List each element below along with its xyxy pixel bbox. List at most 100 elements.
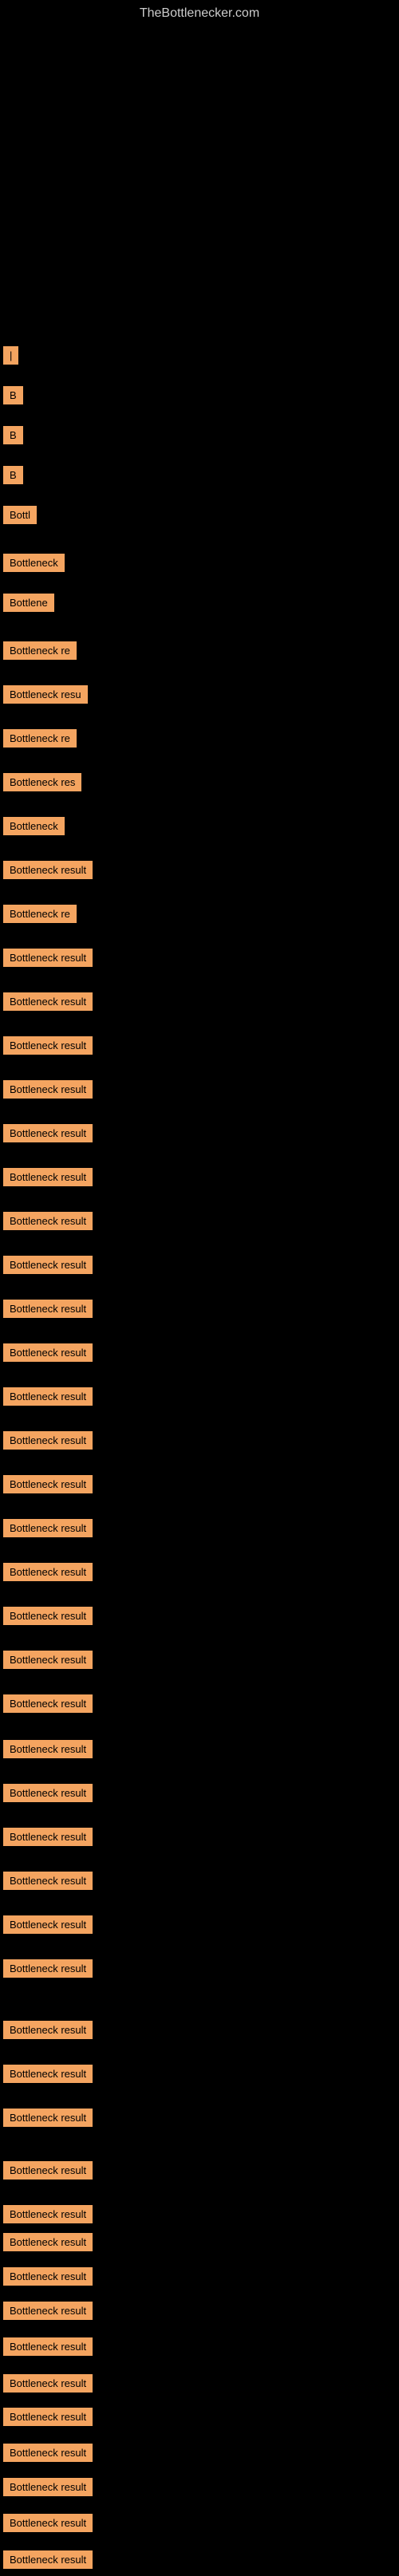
bottleneck-row-33: Bottleneck result [0, 1737, 399, 1765]
bottleneck-label-45[interactable]: Bottleneck result [3, 2267, 93, 2286]
bottleneck-label-14[interactable]: Bottleneck re [3, 905, 77, 923]
bottleneck-label-33[interactable]: Bottleneck result [3, 1740, 93, 1758]
bottleneck-label-10[interactable]: Bottleneck re [3, 729, 77, 748]
bottleneck-row-27: Bottleneck result [0, 1472, 399, 1501]
bottleneck-row-22: Bottleneck result [0, 1252, 399, 1281]
bottleneck-row-7: Bottlene [0, 590, 399, 619]
bottleneck-row-10: Bottleneck re [0, 726, 399, 755]
bottleneck-row-13: Bottleneck result [0, 858, 399, 886]
bottleneck-row-40: Bottleneck result [0, 2061, 399, 2090]
bottleneck-row-47: Bottleneck result [0, 2334, 399, 2363]
bottleneck-label-21[interactable]: Bottleneck result [3, 1212, 93, 1230]
bottleneck-label-44[interactable]: Bottleneck result [3, 2233, 93, 2251]
bottleneck-row-6: Bottleneck [0, 550, 399, 579]
bottleneck-label-39[interactable]: Bottleneck result [3, 2021, 93, 2039]
bottleneck-row-32: Bottleneck result [0, 1691, 399, 1720]
bottleneck-row-14: Bottleneck re [0, 901, 399, 930]
bottleneck-row-41: Bottleneck result [0, 2105, 399, 2134]
bottleneck-label-31[interactable]: Bottleneck result [3, 1651, 93, 1669]
bottleneck-row-4: B [0, 463, 399, 491]
bottleneck-label-28[interactable]: Bottleneck result [3, 1519, 93, 1537]
bottleneck-label-4[interactable]: B [3, 466, 23, 484]
bottleneck-label-35[interactable]: Bottleneck result [3, 1828, 93, 1846]
bottleneck-row-35: Bottleneck result [0, 1825, 399, 1853]
bottleneck-label-32[interactable]: Bottleneck result [3, 1694, 93, 1713]
bottleneck-label-48[interactable]: Bottleneck result [3, 2374, 93, 2393]
bottleneck-label-11[interactable]: Bottleneck res [3, 773, 81, 791]
bottleneck-row-31: Bottleneck result [0, 1647, 399, 1676]
bottleneck-label-36[interactable]: Bottleneck result [3, 1872, 93, 1890]
bottleneck-row-46: Bottleneck result [0, 2298, 399, 2327]
bottleneck-label-52[interactable]: Bottleneck result [3, 2514, 93, 2532]
bottleneck-label-20[interactable]: Bottleneck result [3, 1168, 93, 1186]
bottleneck-label-12[interactable]: Bottleneck [3, 817, 65, 835]
bottleneck-row-1: | [0, 343, 399, 372]
bottleneck-label-5[interactable]: Bottl [3, 506, 37, 524]
bottleneck-row-12: Bottleneck [0, 814, 399, 842]
bottleneck-label-23[interactable]: Bottleneck result [3, 1300, 93, 1318]
bottleneck-label-8[interactable]: Bottleneck re [3, 641, 77, 660]
bottleneck-label-24[interactable]: Bottleneck result [3, 1343, 93, 1362]
bottleneck-label-16[interactable]: Bottleneck result [3, 992, 93, 1011]
bottleneck-label-53[interactable]: Bottleneck result [3, 2550, 93, 2569]
bottleneck-label-22[interactable]: Bottleneck result [3, 1256, 93, 1274]
bottleneck-row-24: Bottleneck result [0, 1340, 399, 1369]
bottleneck-row-39: Bottleneck result [0, 2018, 399, 2046]
bottleneck-label-2[interactable]: B [3, 386, 23, 404]
bottleneck-row-23: Bottleneck result [0, 1296, 399, 1325]
bottleneck-row-11: Bottleneck res [0, 770, 399, 799]
bottleneck-row-49: Bottleneck result [0, 2404, 399, 2433]
bottleneck-row-30: Bottleneck result [0, 1604, 399, 1632]
bottleneck-label-37[interactable]: Bottleneck result [3, 1915, 93, 1934]
bottleneck-row-29: Bottleneck result [0, 1560, 399, 1588]
bottleneck-label-13[interactable]: Bottleneck result [3, 861, 93, 879]
bottleneck-row-38: Bottleneck result [0, 1956, 399, 1985]
bottleneck-row-37: Bottleneck result [0, 1912, 399, 1941]
bottleneck-label-34[interactable]: Bottleneck result [3, 1784, 93, 1802]
bottleneck-label-27[interactable]: Bottleneck result [3, 1475, 93, 1493]
bottleneck-label-51[interactable]: Bottleneck result [3, 2478, 93, 2496]
bottleneck-row-20: Bottleneck result [0, 1165, 399, 1193]
bottleneck-row-48: Bottleneck result [0, 2371, 399, 2400]
bottleneck-label-3[interactable]: B [3, 426, 23, 444]
bottleneck-label-41[interactable]: Bottleneck result [3, 2109, 93, 2127]
bottleneck-label-25[interactable]: Bottleneck result [3, 1387, 93, 1406]
bottleneck-row-28: Bottleneck result [0, 1516, 399, 1544]
bottleneck-row-50: Bottleneck result [0, 2440, 399, 2469]
bottleneck-label-17[interactable]: Bottleneck result [3, 1036, 93, 1055]
bottleneck-row-51: Bottleneck result [0, 2475, 399, 2503]
bottleneck-row-15: Bottleneck result [0, 945, 399, 974]
bottleneck-row-43: Bottleneck result [0, 2202, 399, 2231]
bottleneck-row-18: Bottleneck result [0, 1077, 399, 1106]
bottleneck-label-19[interactable]: Bottleneck result [3, 1124, 93, 1142]
bottleneck-label-6[interactable]: Bottleneck [3, 554, 65, 572]
bottleneck-row-44: Bottleneck result [0, 2230, 399, 2258]
bottleneck-label-43[interactable]: Bottleneck result [3, 2205, 93, 2223]
bottleneck-label-49[interactable]: Bottleneck result [3, 2408, 93, 2426]
bottleneck-row-5: Bottl [0, 503, 399, 531]
bottleneck-row-25: Bottleneck result [0, 1384, 399, 1413]
bottleneck-row-42: Bottleneck result [0, 2158, 399, 2187]
bottleneck-row-53: Bottleneck result [0, 2547, 399, 2576]
bottleneck-row-9: Bottleneck resu [0, 682, 399, 711]
bottleneck-label-30[interactable]: Bottleneck result [3, 1607, 93, 1625]
bottleneck-row-34: Bottleneck result [0, 1781, 399, 1809]
bottleneck-row-26: Bottleneck result [0, 1428, 399, 1457]
bottleneck-label-18[interactable]: Bottleneck result [3, 1080, 93, 1099]
site-title: TheBottlenecker.com [0, 0, 399, 24]
bottleneck-label-1[interactable]: | [3, 346, 18, 365]
bottleneck-label-46[interactable]: Bottleneck result [3, 2302, 93, 2320]
bottleneck-label-9[interactable]: Bottleneck resu [3, 685, 88, 704]
bottleneck-label-50[interactable]: Bottleneck result [3, 2444, 93, 2462]
bottleneck-row-3: B [0, 423, 399, 452]
bottleneck-label-47[interactable]: Bottleneck result [3, 2337, 93, 2356]
bottleneck-label-29[interactable]: Bottleneck result [3, 1563, 93, 1581]
bottleneck-row-21: Bottleneck result [0, 1209, 399, 1237]
bottleneck-label-38[interactable]: Bottleneck result [3, 1959, 93, 1978]
bottleneck-label-7[interactable]: Bottlene [3, 594, 54, 612]
bottleneck-row-52: Bottleneck result [0, 2511, 399, 2539]
bottleneck-label-40[interactable]: Bottleneck result [3, 2065, 93, 2083]
bottleneck-label-42[interactable]: Bottleneck result [3, 2161, 93, 2180]
bottleneck-label-15[interactable]: Bottleneck result [3, 949, 93, 967]
bottleneck-label-26[interactable]: Bottleneck result [3, 1431, 93, 1450]
